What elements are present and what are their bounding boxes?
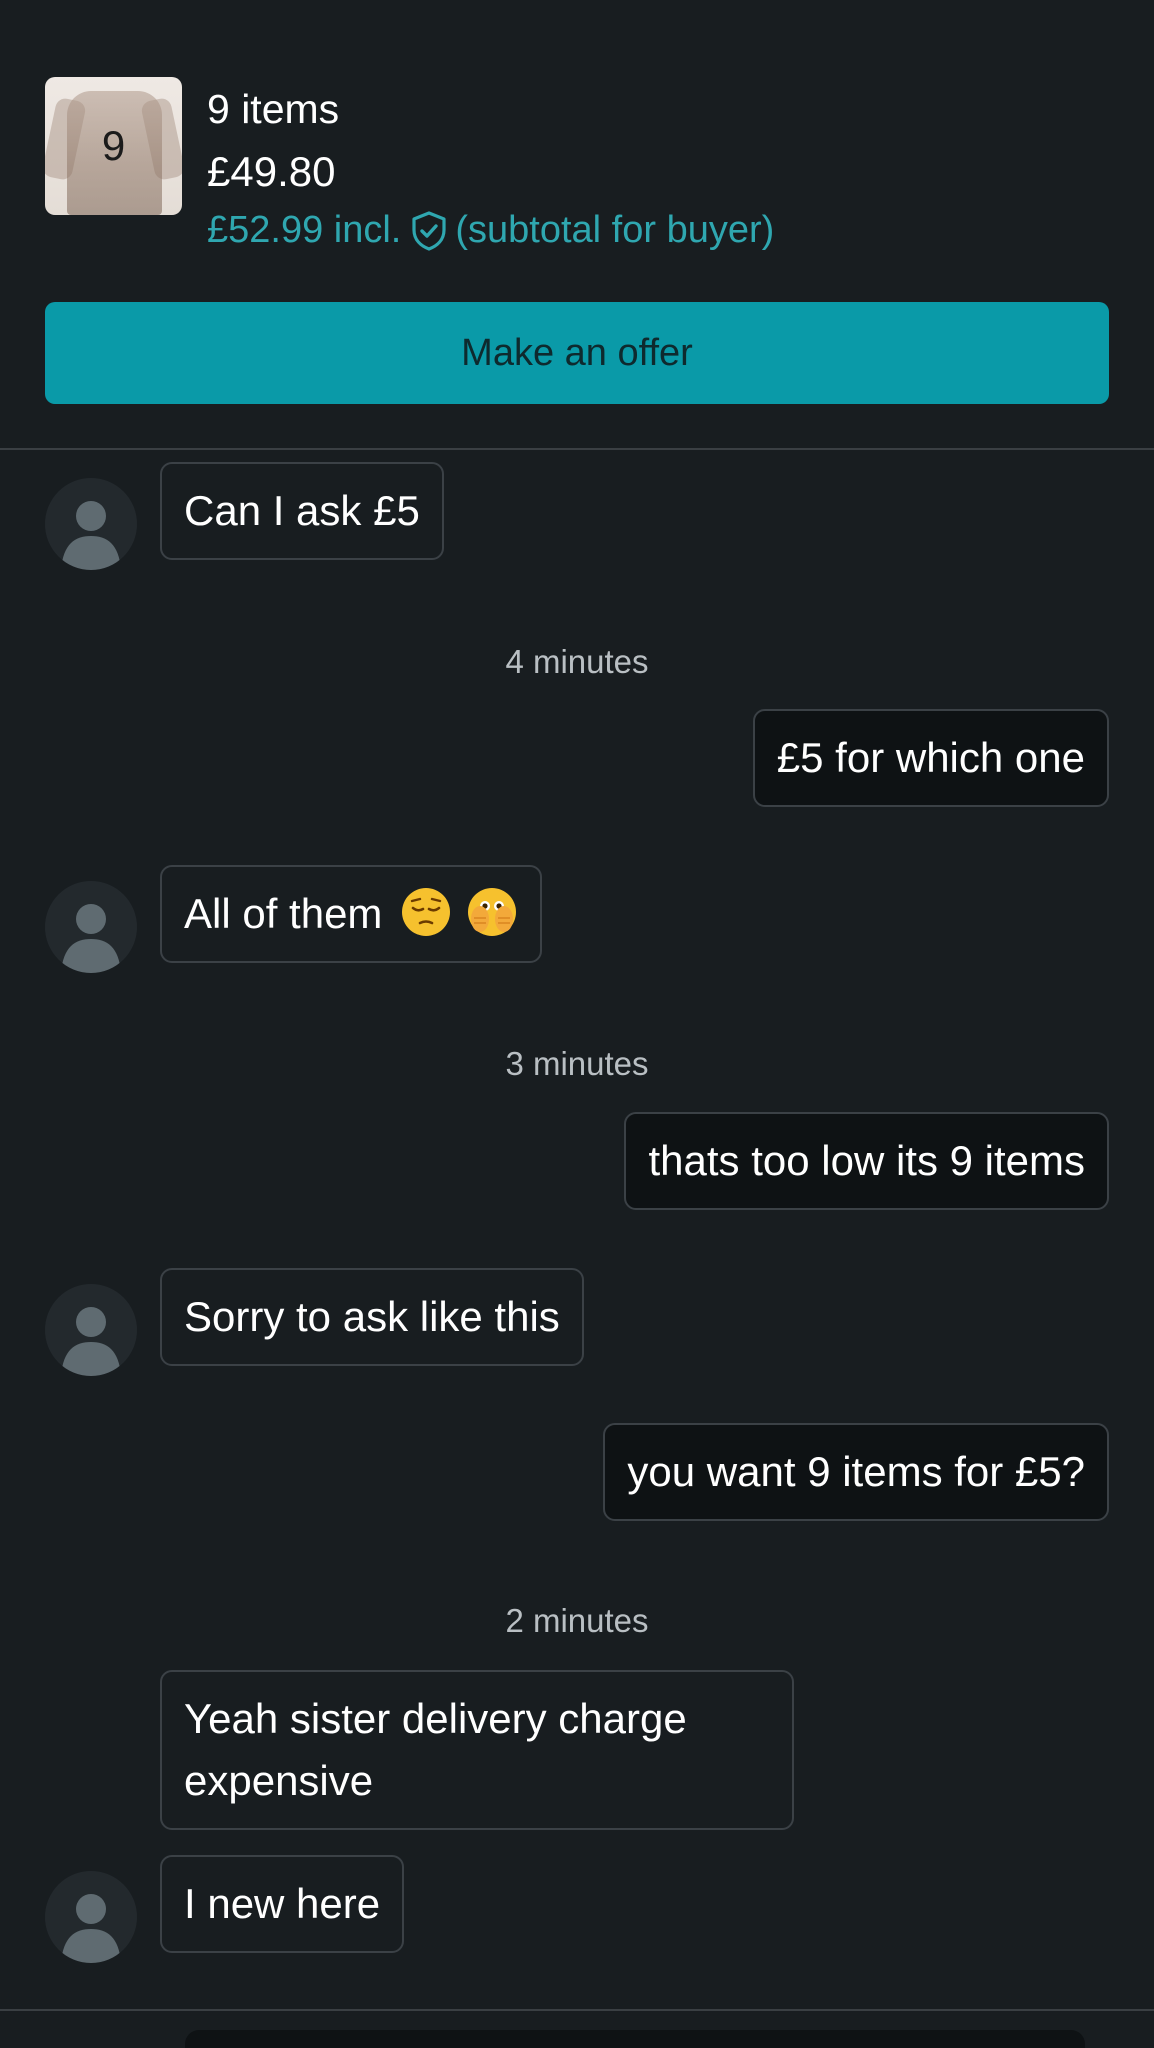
avatar[interactable] xyxy=(45,1284,137,1376)
item-summary-header: 9 9 items £49.80 £52.99 incl. (subtotal … xyxy=(0,0,1154,450)
buyer-price: £52.99 incl. xyxy=(207,209,402,251)
header-divider xyxy=(0,448,1154,450)
item-count-badge: 9 xyxy=(101,122,126,169)
make-offer-button[interactable]: Make an offer xyxy=(45,302,1109,404)
buyer-price-line: £52.99 incl. (subtotal for buyer) xyxy=(207,209,774,252)
message-text: All of them xyxy=(184,890,383,937)
chat-screen: 9 9 items £49.80 £52.99 incl. (subtotal … xyxy=(0,0,1154,2048)
message-bubble-received: All of them xyxy=(160,865,542,963)
avatar[interactable] xyxy=(45,1871,137,1963)
message-bubble-received: Yeah sister delivery charge expensive xyxy=(160,1670,794,1830)
avatar[interactable] xyxy=(45,881,137,973)
face-with-open-eyes-and-hand-over-mouth-emoji xyxy=(466,886,518,938)
message-input[interactable] xyxy=(185,2030,1085,2048)
message-bubble-sent: thats too low its 9 items xyxy=(624,1112,1109,1210)
avatar[interactable] xyxy=(45,478,137,570)
message-bubble-received: I new here xyxy=(160,1855,405,1953)
message-bubble-received: Can I ask £5 xyxy=(160,462,444,560)
bundle-price: £49.80 xyxy=(207,148,336,195)
buyer-price-note: (subtotal for buyer) xyxy=(455,209,775,251)
composer-divider xyxy=(0,2009,1154,2011)
message-bubble-sent: you want 9 items for £5? xyxy=(603,1423,1109,1521)
item-thumbnail[interactable]: 9 xyxy=(45,77,182,215)
message-bubble-received: Sorry to ask like this xyxy=(160,1268,584,1366)
pensive-face-emoji xyxy=(400,886,452,938)
shield-check-icon[interactable] xyxy=(409,210,449,252)
message-timestamp: 3 minutes xyxy=(505,1045,649,1082)
message-timestamp: 2 minutes xyxy=(505,1602,649,1639)
message-timestamp: 4 minutes xyxy=(505,643,649,680)
message-bubble-sent: £5 for which one xyxy=(752,709,1109,807)
items-title: 9 items xyxy=(207,86,340,132)
